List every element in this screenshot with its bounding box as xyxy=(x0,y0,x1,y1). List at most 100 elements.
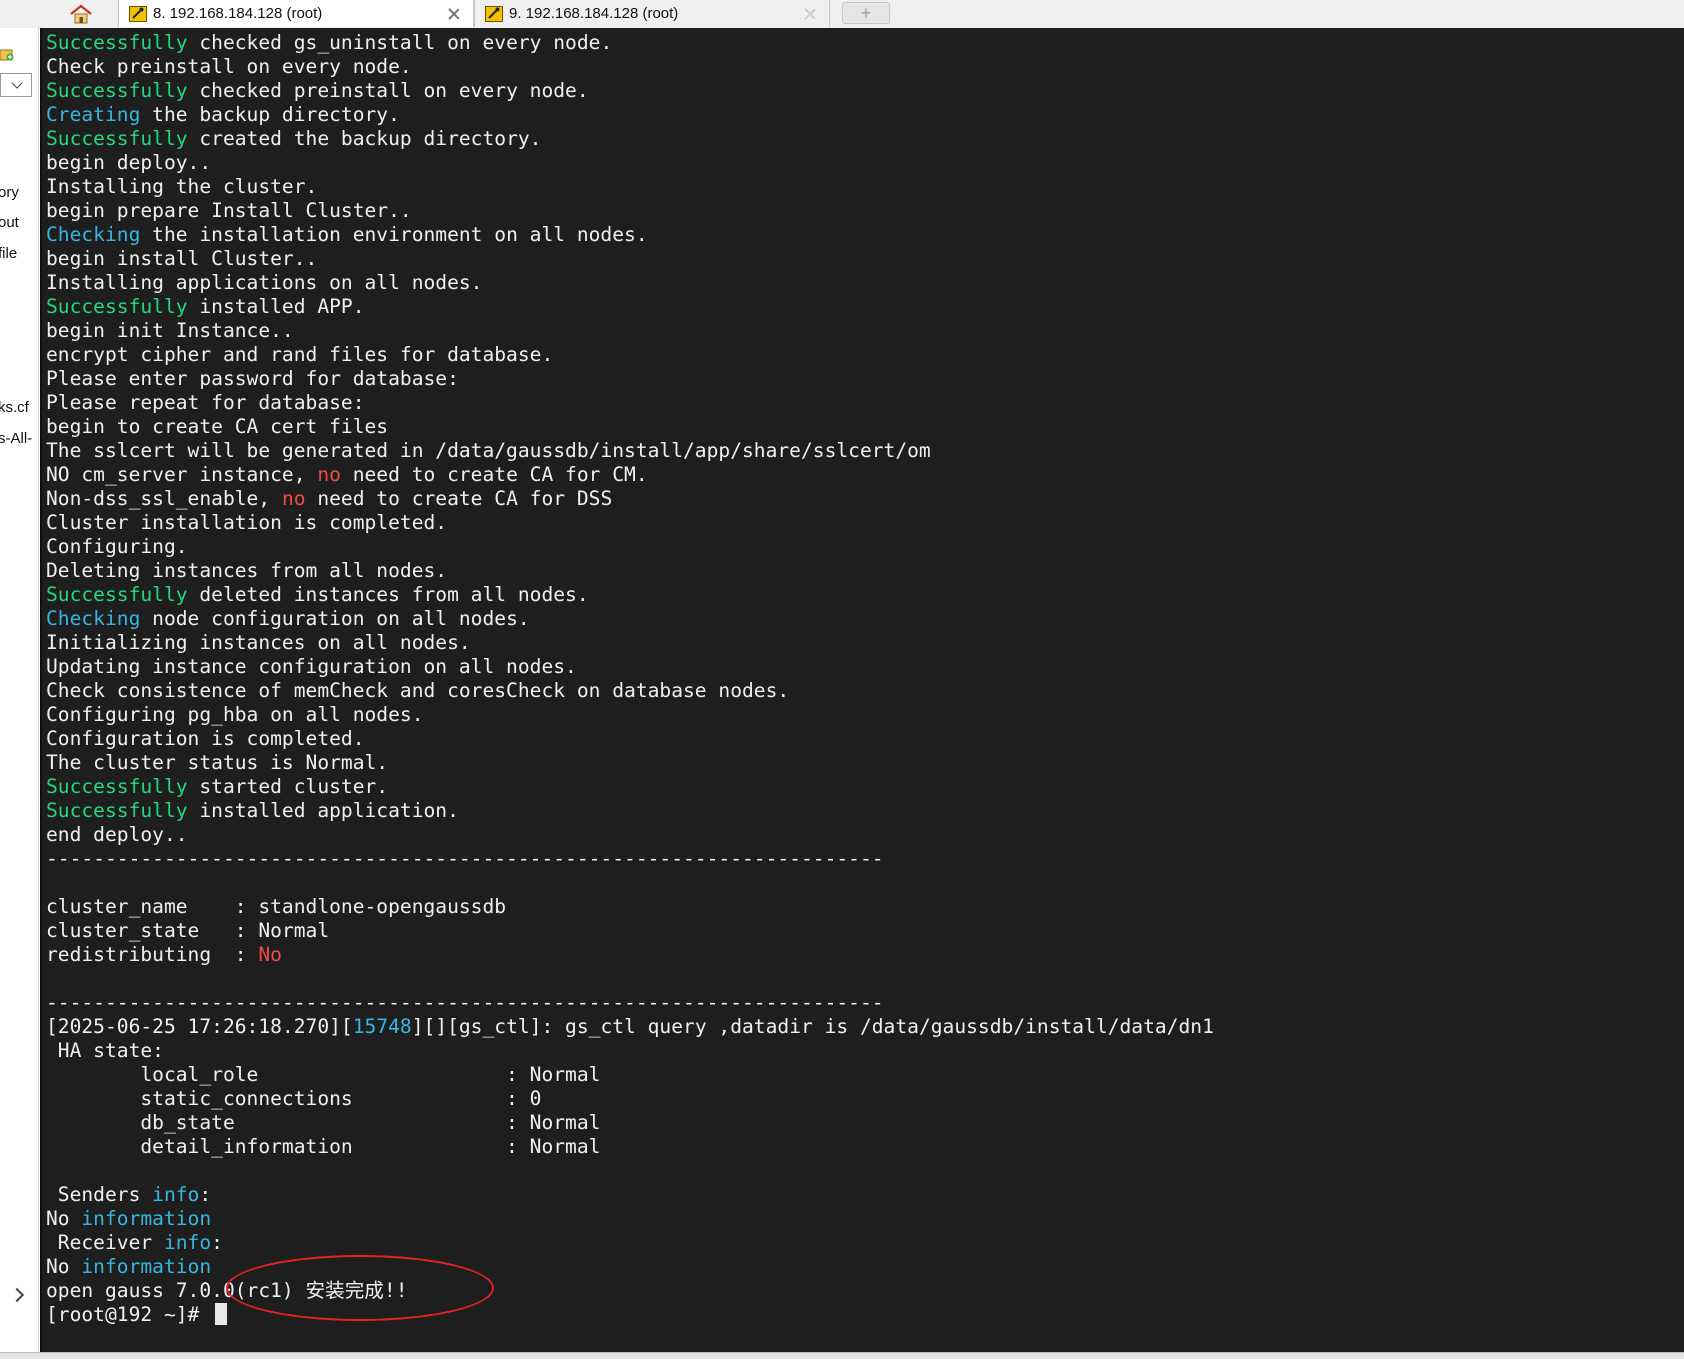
side-panel-item[interactable]: file xyxy=(0,245,17,262)
terminal-line: begin install Cluster.. xyxy=(46,247,1214,271)
terminal-text: db_state : Normal xyxy=(46,1111,601,1134)
terminal-text: ----------------------------------------… xyxy=(46,847,884,870)
terminal-line: The cluster status is Normal. xyxy=(46,751,1214,775)
terminal-text: encrypt cipher and rand files for databa… xyxy=(46,343,554,366)
terminal-line: No information xyxy=(46,1207,1214,1231)
tab-session-9[interactable]: 9. 192.168.184.128 (root) xyxy=(474,0,830,27)
terminal-output[interactable]: Successfully checked gs_uninstall on eve… xyxy=(40,28,1684,1352)
terminal-session-icon xyxy=(485,5,503,22)
terminal-text: [2025-06-25 17:26:18.270][ xyxy=(46,1015,353,1038)
terminal-line: end deploy.. xyxy=(46,823,1214,847)
terminal-line: Checking node configuration on all nodes… xyxy=(46,607,1214,631)
terminal-text: Check preinstall on every node. xyxy=(46,55,412,78)
terminal-line: Updating instance configuration on all n… xyxy=(46,655,1214,679)
terminal-text: Check consistence of memCheck and coresC… xyxy=(46,679,790,702)
terminal-text: cluster_name : standlone-opengaussdb xyxy=(46,895,507,918)
terminal-text: end deploy.. xyxy=(46,823,188,846)
terminal-text: Non-dss_ssl_enable, xyxy=(46,487,282,510)
terminal-session-icon xyxy=(129,5,147,22)
terminal-text: installed application. xyxy=(187,799,459,822)
terminal-text: Checking xyxy=(46,607,141,630)
terminal-text: information xyxy=(81,1207,212,1230)
terminal-text: static_connections : 0 xyxy=(46,1087,542,1110)
terminal-text: started cluster. xyxy=(187,775,389,798)
terminal-text: The sslcert will be generated in /data/g… xyxy=(46,439,931,462)
terminal-line: ----------------------------------------… xyxy=(46,991,1214,1015)
terminal-text: Successfully xyxy=(46,775,188,798)
terminal-text: ][][gs_ctl]: gs_ctl query ,datadir is /d… xyxy=(411,1015,1214,1038)
terminal-text: Installing the cluster. xyxy=(46,175,318,198)
terminal-text: Successfully xyxy=(46,127,188,150)
terminal-line: Non-dss_ssl_enable, no need to create CA… xyxy=(46,487,1214,511)
tab-bar: 8. 192.168.184.128 (root) 9. 192.168.184… xyxy=(0,0,1684,29)
terminal-text: Initializing instances on all nodes. xyxy=(46,631,471,654)
terminal-line: Cluster installation is completed. xyxy=(46,511,1214,535)
terminal-text: Creating xyxy=(46,103,141,126)
close-icon[interactable] xyxy=(803,7,817,21)
terminal-text: information xyxy=(81,1255,212,1278)
terminal-text: Successfully xyxy=(46,79,188,102)
path-dropdown[interactable] xyxy=(0,73,32,97)
terminal-text: Please repeat for database: xyxy=(46,391,365,414)
terminal-text: NO cm_server instance, xyxy=(46,463,318,486)
terminal-text: created the backup directory. xyxy=(187,127,542,150)
home-tab[interactable] xyxy=(44,0,118,27)
terminal-text: Deleting instances from all nodes. xyxy=(46,559,448,582)
terminal-line: Installing the cluster. xyxy=(46,175,1214,199)
terminal-text: Installing applications on all nodes. xyxy=(46,271,483,294)
shell-prompt: [root@192 ~]# xyxy=(46,1303,212,1326)
close-icon[interactable] xyxy=(447,7,461,21)
terminal-text: : xyxy=(199,1183,212,1206)
terminal-line: Successfully checked preinstall on every… xyxy=(46,79,1214,103)
terminal-line: Successfully checked gs_uninstall on eve… xyxy=(46,31,1214,55)
terminal-line: Creating the backup directory. xyxy=(46,103,1214,127)
tab-title: 9. 192.168.184.128 (root) xyxy=(509,5,679,22)
terminal-text: Updating instance configuration on all n… xyxy=(46,655,577,678)
terminal-text: Please enter password for database: xyxy=(46,367,459,390)
terminal-line: db_state : Normal xyxy=(46,1111,1214,1135)
prompt-line[interactable]: [root@192 ~]# xyxy=(46,1303,1214,1327)
terminal-line: Successfully installed application. xyxy=(46,799,1214,823)
add-tab-icon: + xyxy=(860,3,872,23)
side-panel-item[interactable]: ks.cf xyxy=(0,399,29,416)
terminal-line: open gauss 7.0.0(rc1) 安装完成!! xyxy=(46,1279,1214,1303)
terminal-line: Successfully created the backup director… xyxy=(46,127,1214,151)
side-panel-item[interactable]: ory xyxy=(0,184,19,201)
terminal-line: Check preinstall on every node. xyxy=(46,55,1214,79)
terminal-text: deleted instances from all nodes. xyxy=(187,583,589,606)
terminal-text: Configuration is completed. xyxy=(46,727,365,750)
terminal-text: info xyxy=(152,1183,200,1206)
tab-session-8[interactable]: 8. 192.168.184.128 (root) xyxy=(118,0,474,27)
add-tab-button[interactable]: + xyxy=(842,2,890,24)
terminal-line: Configuration is completed. xyxy=(46,727,1214,751)
terminal-line: Check consistence of memCheck and coresC… xyxy=(46,679,1214,703)
terminal-text: : xyxy=(211,1231,223,1254)
terminal-line: Initializing instances on all nodes. xyxy=(46,631,1214,655)
terminal-text: cluster_state : Normal xyxy=(46,919,330,942)
side-panel-item[interactable]: out xyxy=(0,214,19,231)
chevron-down-icon xyxy=(11,77,23,89)
terminal-text: node configuration on all nodes. xyxy=(140,607,530,630)
terminal-text: local_role : Normal xyxy=(46,1063,601,1086)
terminal-line: Senders info: xyxy=(46,1183,1214,1207)
terminal-text: begin deploy.. xyxy=(46,151,212,174)
terminal-text: no xyxy=(317,463,341,486)
terminal-text: Successfully xyxy=(46,583,188,606)
home-icon xyxy=(70,3,92,23)
terminal-line: Configuring pg_hba on all nodes. xyxy=(46,703,1214,727)
side-panel: ory out file ks.cf s-All- xyxy=(0,28,39,1359)
side-panel-item[interactable]: s-All- xyxy=(0,430,32,447)
terminal-line: Receiver info: xyxy=(46,1231,1214,1255)
terminal-text: checked gs_uninstall on every node. xyxy=(187,31,613,54)
terminal-text: 15748 xyxy=(352,1015,412,1038)
terminal-line: Deleting instances from all nodes. xyxy=(46,559,1214,583)
terminal-text: Receiver xyxy=(46,1231,164,1254)
terminal-text: need to create CA for DSS xyxy=(305,487,613,510)
terminal-line: Installing applications on all nodes. xyxy=(46,271,1214,295)
terminal-line: Successfully deleted instances from all … xyxy=(46,583,1214,607)
terminal-line: ----------------------------------------… xyxy=(46,847,1214,871)
new-folder-icon[interactable] xyxy=(0,46,14,62)
terminal-text: no xyxy=(281,487,306,510)
chevron-right-icon[interactable] xyxy=(9,1287,25,1303)
